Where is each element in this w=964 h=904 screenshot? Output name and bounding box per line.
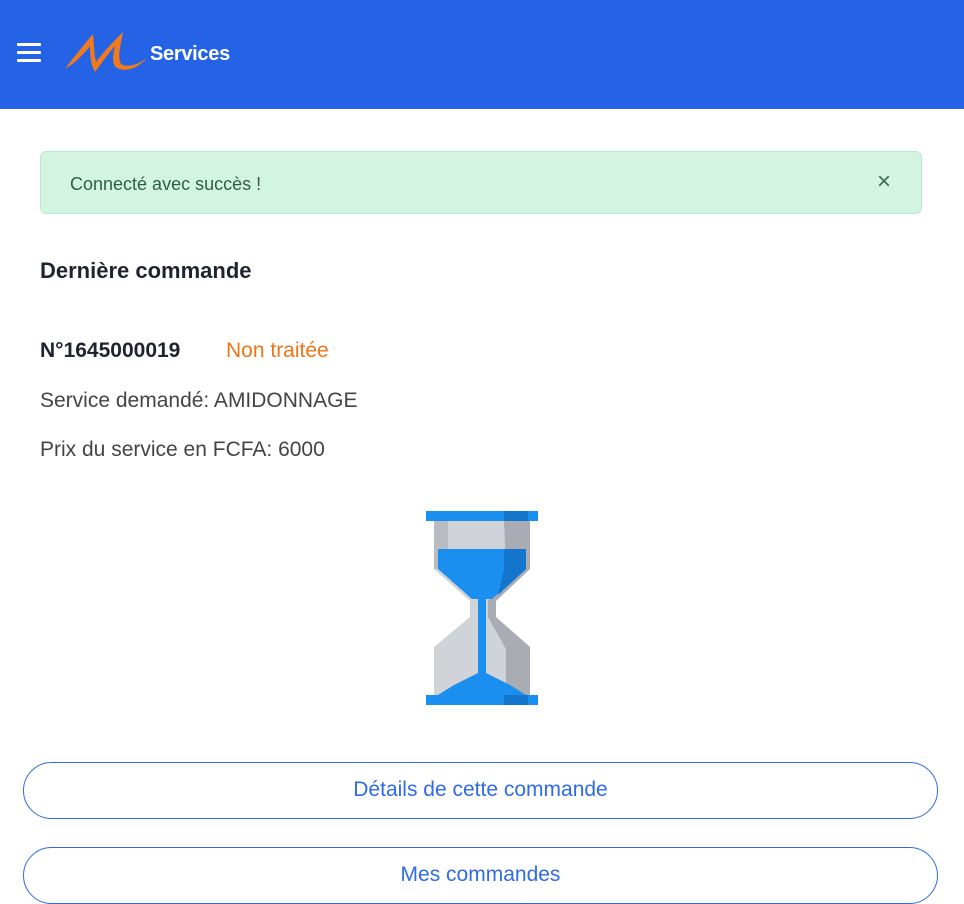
alert-message: Connecté avec succès ! [70,174,262,194]
hourglass-icon [426,511,538,705]
order-number: N°1645000019 [40,339,181,362]
close-icon[interactable]: × [877,170,891,194]
section-title: Dernière commande [40,258,252,283]
order-status-badge: Non traitée [226,339,329,362]
success-alert: Connecté avec succès ! × [40,151,922,214]
order-service: Service demandé: AMIDONNAGE [40,389,358,412]
order-details-button[interactable]: Détails de cette commande [23,762,938,819]
brand-name: Services [150,43,230,65]
my-orders-button[interactable]: Mes commandes [23,847,938,904]
brand-logo-icon[interactable] [63,28,149,74]
order-price: Prix du service en FCFA: 6000 [40,438,325,461]
app-header: Services [0,0,964,109]
hamburger-menu-icon[interactable] [17,42,41,64]
